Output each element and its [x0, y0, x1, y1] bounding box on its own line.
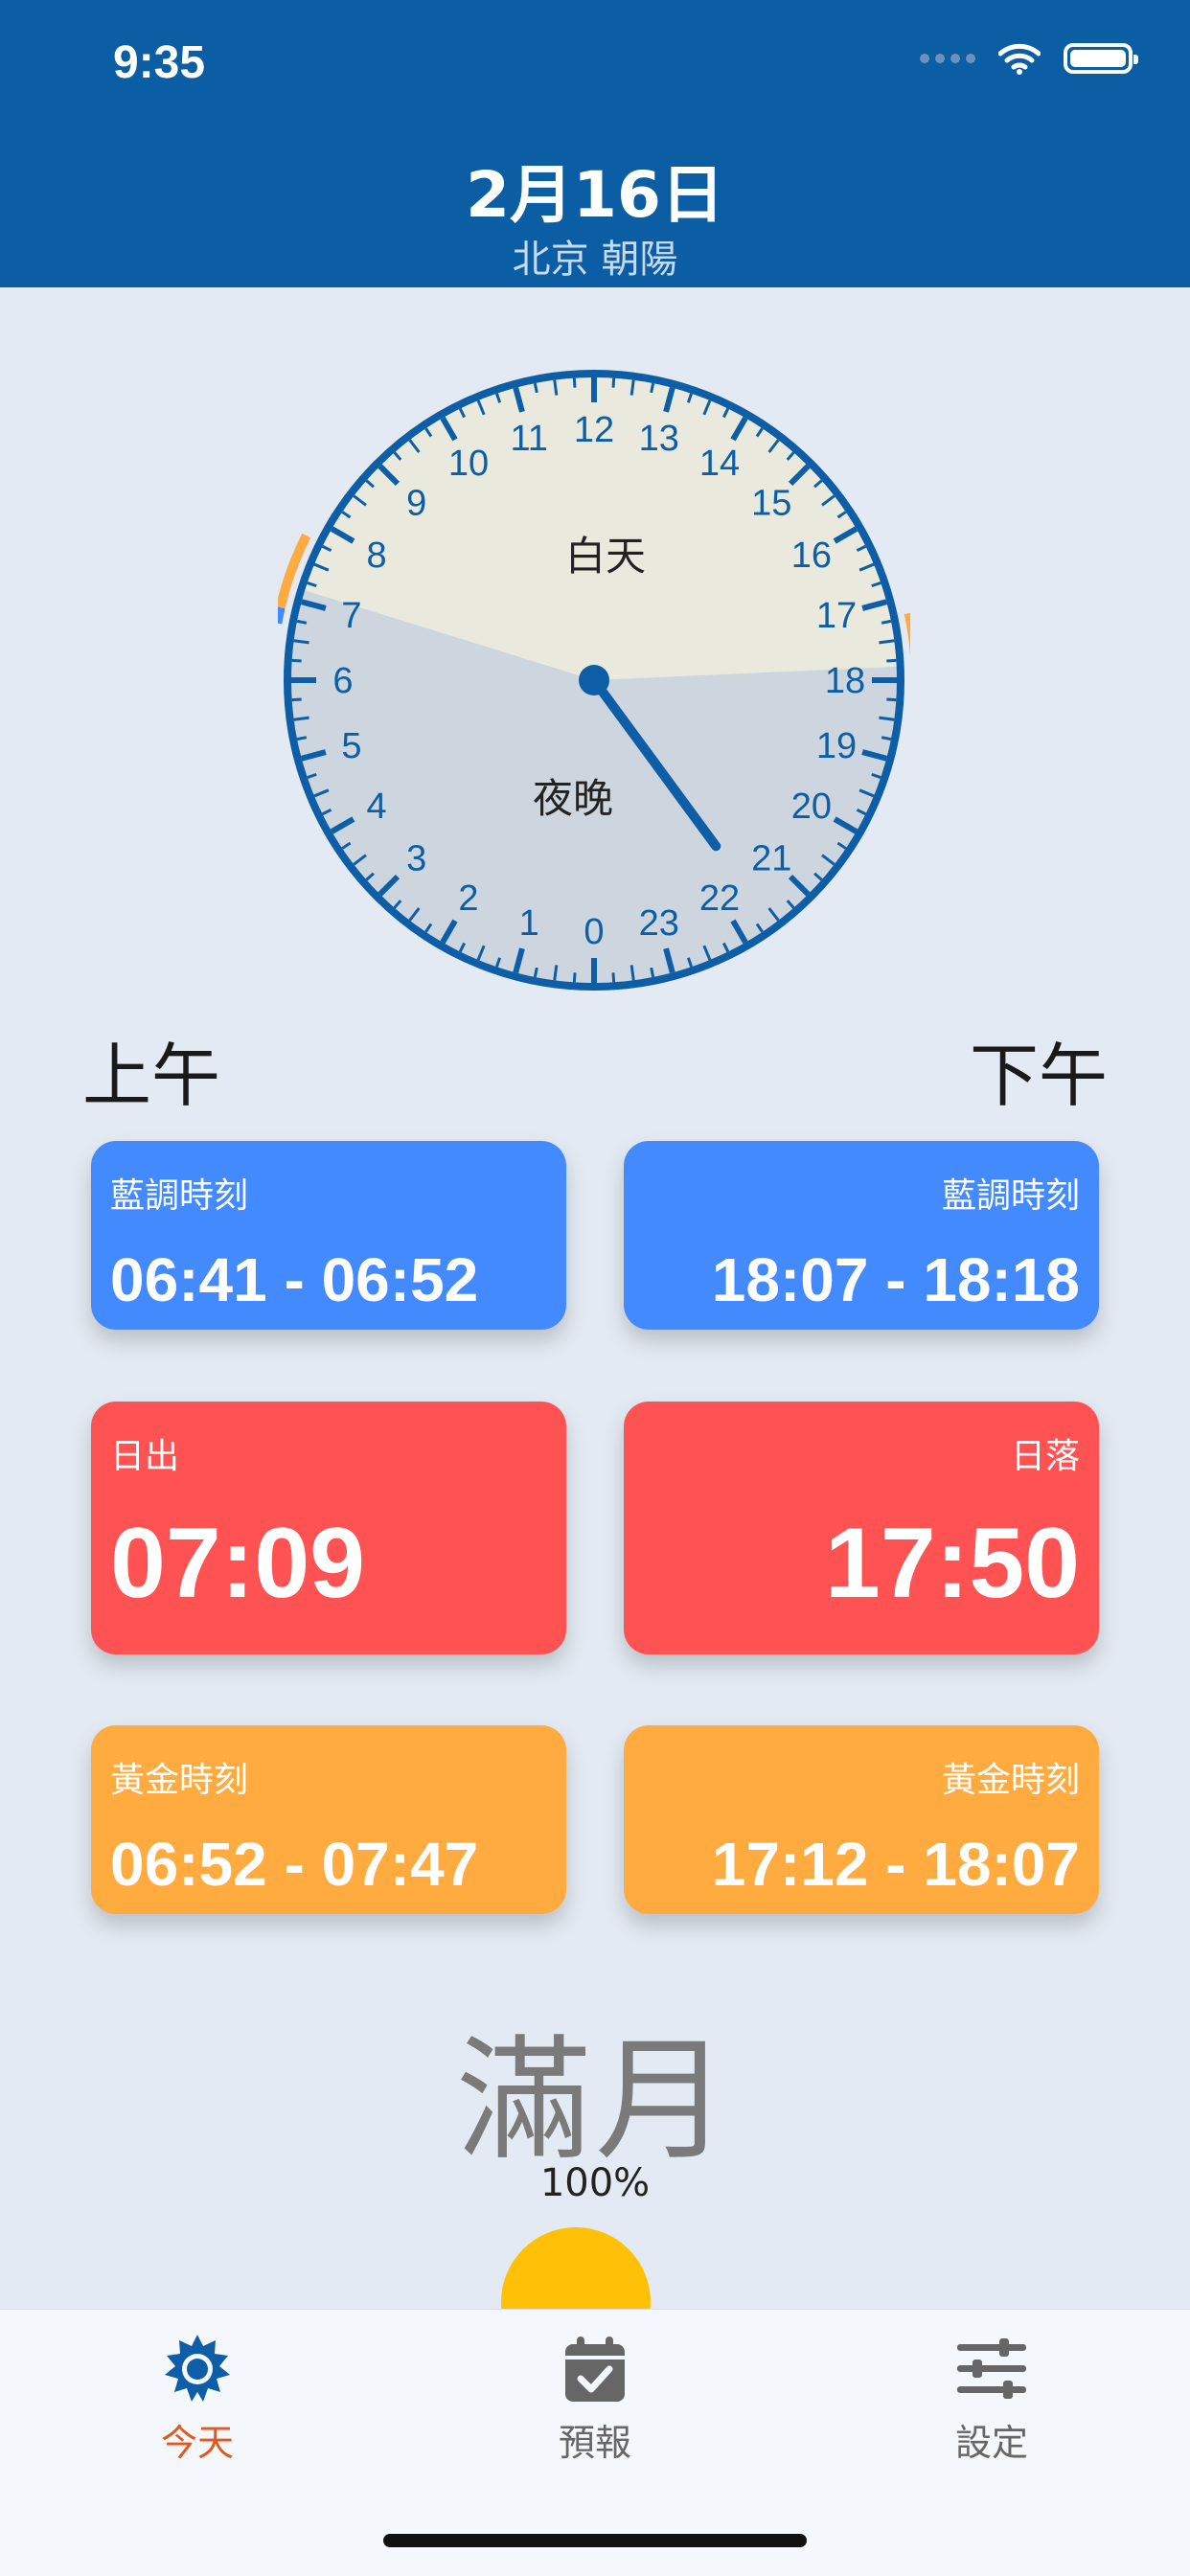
- dial-tick: [296, 619, 308, 625]
- hour-label: 5: [341, 726, 361, 766]
- golden-hour-evening-card[interactable]: 黃金時刻 17:12 - 18:07: [624, 1725, 1099, 1914]
- blue-hour-evening-card[interactable]: 藍調時刻 18:07 - 18:18: [624, 1141, 1099, 1330]
- dial-tick: [293, 639, 309, 645]
- card-label: 黃金時刻: [110, 1761, 249, 1800]
- dial-tick: [879, 716, 895, 721]
- hour-label: 19: [816, 726, 857, 766]
- card-label: 黃金時刻: [941, 1761, 1080, 1800]
- dial-tick: [296, 736, 308, 741]
- hour-label: 12: [574, 410, 614, 450]
- dial-graphic: 01234567891011 12 1314151617181920212223 白…: [278, 370, 910, 991]
- tab-label: 設定: [954, 2422, 1028, 2464]
- card-label: 日落: [1010, 1437, 1080, 1476]
- card-time: 06:41 - 06:52: [110, 1245, 479, 1314]
- dial-tick: [879, 639, 895, 645]
- am-label: 上午: [82, 1036, 221, 1116]
- dial-tick: [629, 965, 635, 981]
- hour-label: 15: [751, 484, 791, 524]
- card-label: 藍調時刻: [110, 1176, 249, 1216]
- sun-icon: [102, 2331, 293, 2407]
- blue-hour-morning-card[interactable]: 藍調時刻 06:41 - 06:52: [91, 1141, 566, 1330]
- dial-tick: [572, 972, 577, 983]
- app-header: 9:35 2月16日 北京 朝陽: [0, 0, 1190, 287]
- moon-phase-name: 滿月: [456, 2023, 733, 2179]
- tab-today[interactable]: 今天: [102, 2331, 293, 2466]
- card-time: 07:09: [110, 1508, 365, 1619]
- dial-tick: [293, 716, 309, 721]
- hour-label: 18: [825, 661, 865, 701]
- clock-hub: [579, 665, 609, 695]
- dial-tick: [553, 379, 559, 396]
- moon-illumination: 100%: [539, 2161, 651, 2205]
- card-label: 藍調時刻: [941, 1176, 1080, 1216]
- card-time: 17:12 - 18:07: [711, 1830, 1080, 1899]
- dial-tick: [533, 382, 538, 394]
- hour-label: 4: [367, 786, 387, 827]
- page-title: 2月16日: [466, 158, 724, 232]
- dial-tick: [886, 697, 897, 702]
- dial-tick: [650, 382, 655, 394]
- hour-label: 8: [367, 536, 387, 576]
- dial-tick: [886, 658, 897, 663]
- hour-label: 11: [510, 419, 547, 459]
- cellular-signal-icon: [920, 54, 975, 63]
- dial-tick: [650, 967, 655, 978]
- hour-label: 3: [406, 838, 426, 878]
- hour-label: 13: [639, 419, 679, 459]
- dial-tick: [611, 377, 616, 388]
- hour-label: 20: [791, 786, 832, 827]
- hour-label: 21: [751, 838, 791, 878]
- location-label: 北京 朝陽: [512, 238, 678, 282]
- hour-label: 6: [332, 661, 353, 701]
- battery-icon: [1064, 43, 1138, 74]
- tab-label: 預報: [558, 2422, 631, 2464]
- hour-label: 17: [816, 596, 857, 636]
- day-label: 白天: [565, 533, 646, 580]
- dial-tick: [611, 972, 616, 983]
- dial-tick: [553, 965, 559, 981]
- blue-hour-am-arc: [278, 606, 286, 625]
- dial-tick: [629, 379, 635, 396]
- status-time: 9:35: [113, 37, 206, 88]
- golden-hour-morning-card[interactable]: 黃金時刻 06:52 - 07:47: [91, 1725, 566, 1914]
- dial-tick: [533, 967, 538, 978]
- card-label: 日出: [110, 1437, 180, 1476]
- tab-forecast[interactable]: 預報: [499, 2331, 691, 2466]
- sliders-icon: [896, 2331, 1087, 2407]
- card-time: 17:50: [825, 1508, 1080, 1619]
- dial-tick: [291, 658, 302, 663]
- home-indicator[interactable]: [383, 2534, 807, 2547]
- tab-settings[interactable]: 設定: [896, 2331, 1087, 2466]
- dial-tick: [881, 619, 892, 625]
- pm-label: 下午: [969, 1036, 1108, 1116]
- dial-tick: [291, 697, 302, 702]
- hour-label: 14: [699, 444, 740, 484]
- hour-label: 22: [699, 878, 740, 919]
- hour-label: 16: [791, 536, 832, 576]
- dial-tick: [881, 736, 892, 741]
- sunset-card[interactable]: 日落 17:50: [624, 1402, 1099, 1654]
- hour-label: 2: [458, 878, 478, 919]
- card-time: 06:52 - 07:47: [110, 1830, 479, 1899]
- calendar-check-icon: [499, 2331, 691, 2407]
- dial-tick: [572, 377, 577, 388]
- hour-label: 7: [341, 596, 361, 636]
- tab-label: 今天: [160, 2422, 234, 2464]
- day-night-clock-dial: 0 1 2 3 4 5 6 7 8 9 10 11 12 13 14 15 16 17 18 19 20 21 22 23 白…: [278, 364, 910, 996]
- hour-label: 1: [519, 903, 539, 944]
- wifi-icon: [998, 42, 1041, 75]
- hour-label: 9: [406, 484, 426, 524]
- hour-label: 23: [639, 903, 679, 944]
- hour-label: 0: [584, 912, 604, 952]
- night-label: 夜晚: [533, 775, 613, 822]
- hour-label: 10: [448, 444, 489, 484]
- golden-hour-pm-arc: [904, 612, 910, 657]
- sunrise-card[interactable]: 日出 07:09: [91, 1402, 566, 1654]
- card-time: 18:07 - 18:18: [711, 1245, 1080, 1314]
- status-icons: [920, 42, 1138, 75]
